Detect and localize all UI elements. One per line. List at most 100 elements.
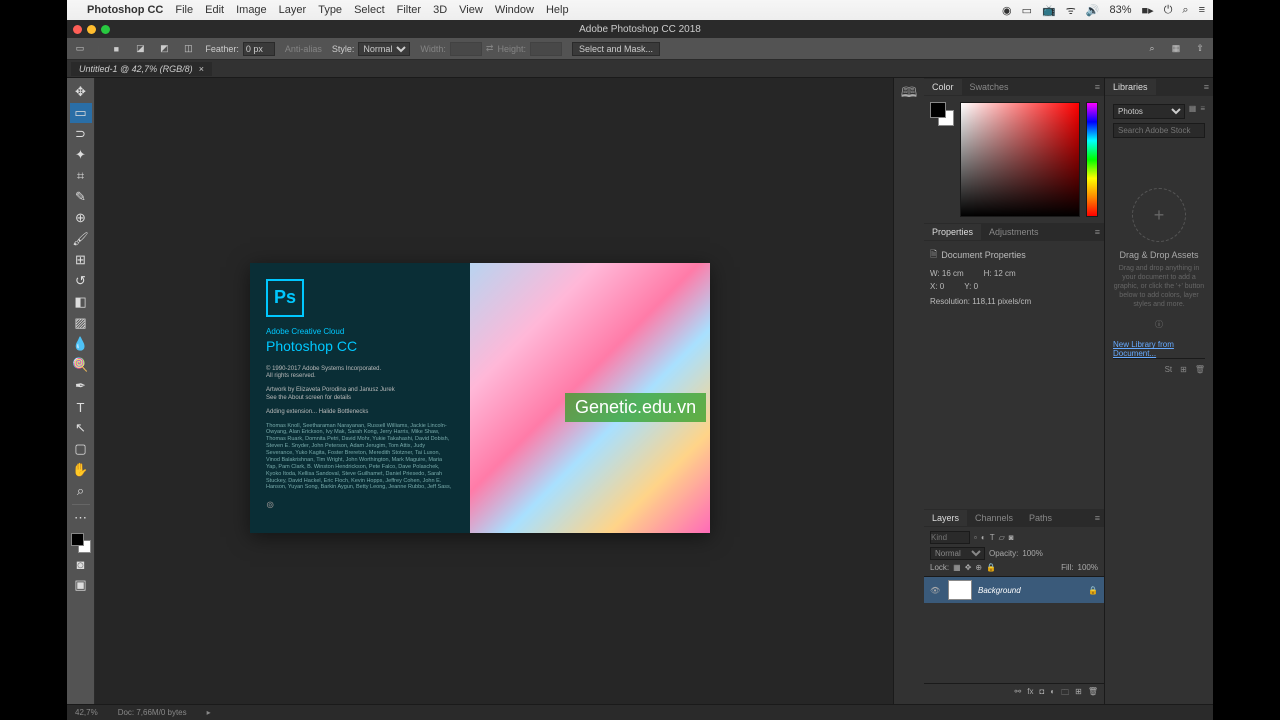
menu-layer[interactable]: Layer <box>279 4 307 16</box>
fill-value[interactable]: 100% <box>1078 563 1098 572</box>
lock-icon[interactable]: 🔒 <box>1088 586 1098 595</box>
delete-icon[interactable]: 🗑 <box>1195 365 1205 374</box>
tab-color[interactable]: Color <box>924 79 962 95</box>
selection-subtract-icon[interactable]: ◩ <box>157 42 171 56</box>
canvas-area[interactable]: Ps Adobe Creative Cloud Photoshop CC © 1… <box>95 78 893 704</box>
marquee-tool-icon[interactable]: ▭ <box>73 42 87 56</box>
document-tab[interactable]: Untitled-1 @ 42,7% (RGB/8) × <box>71 62 212 76</box>
menu-window[interactable]: Window <box>495 4 534 16</box>
blur-tool[interactable]: 💧 <box>70 334 92 354</box>
tab-swatches[interactable]: Swatches <box>962 79 1017 95</box>
wand-tool[interactable]: ✦ <box>70 145 92 165</box>
power-icon[interactable]: ⏻ <box>1164 4 1173 17</box>
menu-3d[interactable]: 3D <box>433 4 447 16</box>
menu-filter[interactable]: Filter <box>397 4 421 16</box>
selection-intersect-icon[interactable]: ◫ <box>181 42 195 56</box>
style-select[interactable]: Normal <box>358 42 410 56</box>
eraser-tool[interactable]: ◧ <box>70 292 92 312</box>
crop-tool[interactable]: ⌗ <box>70 166 92 186</box>
selection-add-icon[interactable]: ◪ <box>133 42 147 56</box>
visibility-icon[interactable]: 👁 <box>930 586 942 595</box>
tv-icon[interactable]: 📺 <box>1042 4 1056 17</box>
tab-paths[interactable]: Paths <box>1021 510 1060 526</box>
layer-background[interactable]: 👁 Background 🔒 <box>924 577 1104 603</box>
gradient-tool[interactable]: ▨ <box>70 313 92 333</box>
status-zoom[interactable]: 42,7% <box>75 708 98 717</box>
share-icon[interactable]: ⇧ <box>1193 42 1207 56</box>
grid-view-icon[interactable]: ▦ <box>1189 104 1197 119</box>
menu-file[interactable]: File <box>175 4 193 16</box>
blend-mode-select[interactable]: Normal <box>930 547 985 560</box>
layer-filter-kind[interactable] <box>930 531 970 544</box>
tab-properties[interactable]: Properties <box>924 224 981 240</box>
color-panel-menu-icon[interactable]: ≡ <box>1091 82 1104 92</box>
select-mask-button[interactable]: Select and Mask... <box>572 42 660 56</box>
lock-position-icon[interactable]: ✥ <box>965 563 972 572</box>
heal-tool[interactable]: ⊕ <box>70 208 92 228</box>
feather-input[interactable] <box>243 42 275 56</box>
wifi-icon[interactable]: ᯤ <box>1066 3 1076 18</box>
help-icon[interactable]: ⓘ <box>1155 319 1163 330</box>
brush-tool[interactable]: 🖌 <box>70 229 92 249</box>
minimize-button[interactable] <box>87 25 96 34</box>
filter-image-icon[interactable]: ▫ <box>974 533 977 542</box>
menu-type[interactable]: Type <box>318 4 342 16</box>
maximize-button[interactable] <box>101 25 110 34</box>
tab-layers[interactable]: Layers <box>924 510 967 526</box>
lock-artboard-icon[interactable]: ⊕ <box>975 563 982 572</box>
cc-icon[interactable]: ◉ <box>1002 4 1012 17</box>
screen-icon[interactable]: ▭ <box>1022 4 1032 17</box>
close-tab-icon[interactable]: × <box>199 64 204 74</box>
color-field[interactable] <box>960 102 1080 217</box>
new-layer-icon[interactable]: ⊞ <box>1075 687 1082 701</box>
stamp-tool[interactable]: ⊞ <box>70 250 92 270</box>
close-button[interactable] <box>73 25 82 34</box>
filter-shape-icon[interactable]: ▱ <box>999 533 1005 542</box>
status-doc[interactable]: Doc: 7,66M/0 bytes <box>118 708 187 717</box>
marquee-tool[interactable]: ▭ <box>70 103 92 123</box>
hue-slider[interactable] <box>1086 102 1098 217</box>
type-tool[interactable]: T <box>70 397 92 417</box>
lasso-tool[interactable]: ⊃ <box>70 124 92 144</box>
layer-fx-icon[interactable]: fx <box>1027 687 1033 701</box>
opacity-value[interactable]: 100% <box>1022 549 1042 558</box>
tab-libraries[interactable]: Libraries <box>1105 79 1156 95</box>
delete-layer-icon[interactable]: 🗑 <box>1088 687 1098 701</box>
hand-tool[interactable]: ✋ <box>70 460 92 480</box>
spotlight-icon[interactable]: ⌕ <box>1182 4 1188 17</box>
filter-smart-icon[interactable]: ◙ <box>1009 533 1014 542</box>
menu-select[interactable]: Select <box>354 4 385 16</box>
layer-mask-icon[interactable]: ◘ <box>1039 687 1044 701</box>
workspace-icon[interactable]: ▦ <box>1169 42 1183 56</box>
layer-name[interactable]: Background <box>978 586 1021 595</box>
menu-view[interactable]: View <box>459 4 483 16</box>
tab-adjustments[interactable]: Adjustments <box>981 224 1047 240</box>
library-select[interactable]: Photos <box>1113 104 1185 119</box>
lib-panel-menu-icon[interactable]: ≡ <box>1200 82 1213 92</box>
color-swatches[interactable] <box>71 533 91 553</box>
lock-pixels-icon[interactable]: ▦ <box>953 563 961 572</box>
stock-icon[interactable]: St <box>1165 365 1173 374</box>
search-icon[interactable]: ⌕ <box>1145 42 1159 56</box>
layers-panel-menu-icon[interactable]: ≡ <box>1091 513 1104 523</box>
props-panel-menu-icon[interactable]: ≡ <box>1091 227 1104 237</box>
zoom-tool[interactable]: ⌕ <box>70 481 92 501</box>
menu-edit[interactable]: Edit <box>205 4 224 16</box>
app-menu[interactable]: Photoshop CC <box>87 4 163 16</box>
battery-icon[interactable]: ■▸ <box>1142 4 1154 17</box>
eyedropper-tool[interactable]: ✎ <box>70 187 92 207</box>
color-picker-swatch[interactable] <box>930 102 954 126</box>
layer-thumbnail[interactable] <box>948 580 972 600</box>
add-content-icon[interactable]: ⊞ <box>1180 365 1187 374</box>
list-view-icon[interactable]: ≡ <box>1200 104 1205 119</box>
pen-tool[interactable]: ✒ <box>70 376 92 396</box>
link-layers-icon[interactable]: ⚯ <box>1015 687 1022 701</box>
dodge-tool[interactable]: 🍭 <box>70 355 92 375</box>
menu-image[interactable]: Image <box>236 4 267 16</box>
move-tool[interactable]: ✥ <box>70 82 92 102</box>
menu-icon[interactable]: ≡ <box>1199 4 1205 16</box>
filter-type-icon[interactable]: T <box>990 533 995 542</box>
menu-help[interactable]: Help <box>546 4 569 16</box>
filter-adj-icon[interactable]: ◐ <box>981 533 986 542</box>
selection-new-icon[interactable]: ■ <box>109 42 123 56</box>
